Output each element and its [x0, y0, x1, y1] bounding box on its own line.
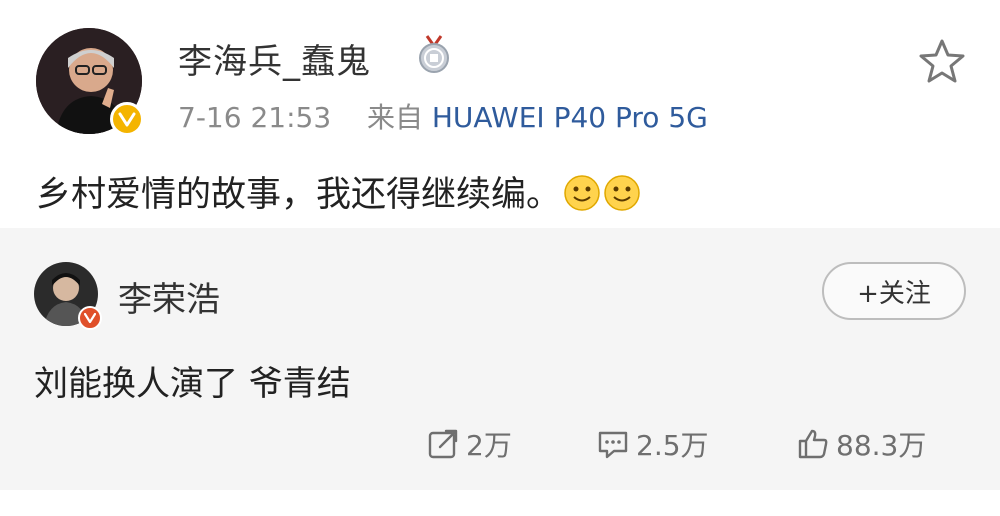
comment-icon — [598, 431, 628, 459]
repost-button[interactable]: 2万 — [426, 424, 512, 464]
author-avatar[interactable] — [36, 28, 144, 136]
smile-emoji-icon — [563, 174, 601, 221]
repost-icon — [428, 429, 458, 459]
verified-badge-icon — [78, 306, 102, 330]
smile-emoji-icon — [603, 174, 641, 221]
comment-button[interactable]: 2.5万 — [596, 424, 709, 464]
author-name[interactable]: 李海兵_蠢鬼 — [178, 34, 371, 83]
repost-count: 2万 — [466, 429, 512, 462]
action-bar: 2万 2.5万 88.3万 — [0, 424, 1000, 464]
quoted-comment-card[interactable]: 李荣浩 +关注 刘能换人演了 爷青结 2万 2.5万 88.3万 — [0, 228, 1000, 490]
thumbs-up-icon — [798, 429, 828, 459]
comment-text: 刘能换人演了 爷青结 — [34, 364, 351, 404]
source-prefix: 来自 — [366, 101, 423, 134]
medal-icon[interactable] — [414, 34, 454, 74]
like-button[interactable]: 88.3万 — [796, 424, 926, 464]
post-meta: 7-16 21:53 来自 HUAWEI P40 Pro 5G — [178, 96, 708, 136]
commenter-name[interactable]: 李荣浩 — [118, 272, 220, 321]
comment-count: 2.5万 — [636, 429, 709, 462]
source-device-link[interactable]: HUAWEI P40 Pro 5G — [432, 101, 708, 134]
post-text: 乡村爱情的故事，我还得继续编。 — [36, 175, 562, 215]
follow-button[interactable]: +关注 — [822, 262, 966, 320]
bottom-divider — [0, 490, 1000, 516]
post-time: 7-16 21:53 — [178, 101, 332, 134]
commenter-avatar[interactable] — [34, 262, 102, 330]
star-icon[interactable] — [916, 36, 968, 88]
verified-badge-icon — [110, 102, 144, 136]
post-text-line: 乡村爱情的故事，我还得继续编。 — [36, 166, 641, 221]
like-count: 88.3万 — [836, 429, 927, 462]
weibo-post: 李海兵_蠢鬼 7-16 21:53 来自 HUAWEI P40 Pro 5G 乡… — [0, 0, 1000, 228]
